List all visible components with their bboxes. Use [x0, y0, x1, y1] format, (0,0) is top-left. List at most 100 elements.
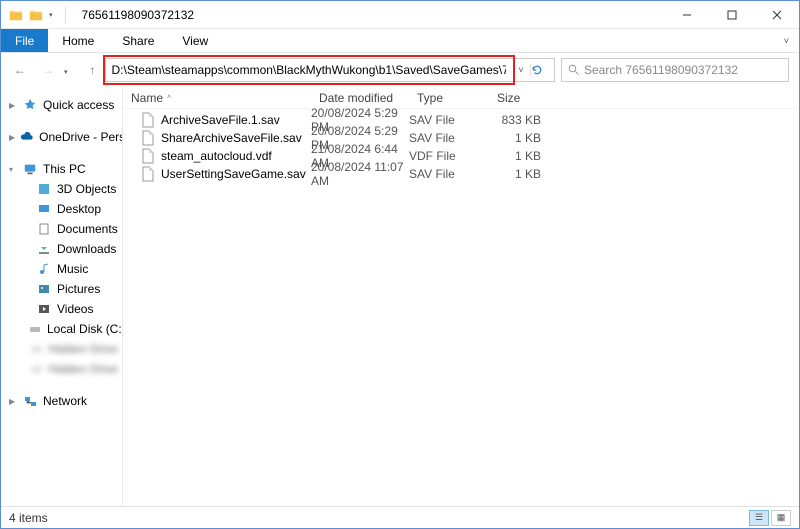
file-name: steam_autocloud.vdf: [161, 149, 272, 163]
file-rows: ArchiveSaveFile.1.sav20/08/2024 5:29 PMS…: [123, 109, 799, 506]
file-icon: [141, 130, 155, 146]
file-type: SAV File: [409, 131, 489, 145]
dropdown-icon[interactable]: ▾: [49, 11, 53, 19]
chevron-right-icon: ▶: [9, 133, 15, 142]
tab-home[interactable]: Home: [48, 29, 108, 52]
file-size: 1 KB: [489, 167, 551, 181]
tree-label: Music: [57, 262, 88, 276]
cube-icon: [36, 181, 52, 197]
file-date: 20/08/2024 11:07 AM: [311, 160, 409, 188]
tree-label: This PC: [43, 162, 86, 176]
file-name: UserSettingSaveGame.sav: [161, 167, 306, 181]
minimize-button[interactable]: [664, 1, 709, 29]
column-headers: Name˄ Date modified Type Size: [123, 87, 799, 109]
ribbon-expand-icon[interactable]: ˅: [774, 29, 799, 52]
column-type[interactable]: Type: [409, 91, 489, 105]
drive-icon: [30, 341, 44, 357]
nav-back-button[interactable]: ←: [11, 61, 29, 79]
ribbon-tabs: File Home Share View ˅: [1, 29, 799, 53]
nav-history-dropdown[interactable]: ▾: [61, 66, 71, 78]
address-row: ← → ▾ ↑ ˅ Search 76561198090372132: [1, 53, 799, 87]
documents-icon: [36, 221, 52, 237]
tree-onedrive[interactable]: ▶ OneDrive - Personal: [5, 127, 122, 147]
tree-videos[interactable]: Videos: [5, 299, 122, 319]
chevron-down-icon: ▾: [9, 165, 17, 174]
file-type: SAV File: [409, 113, 489, 127]
tab-file[interactable]: File: [1, 29, 48, 52]
search-placeholder: Search 76561198090372132: [584, 63, 738, 77]
drive-icon: [28, 321, 42, 337]
drive-icon: [30, 361, 44, 377]
cloud-icon: [20, 129, 34, 145]
file-size: 1 KB: [489, 149, 551, 163]
tree-local-disk-c[interactable]: Local Disk (C:): [5, 319, 122, 339]
tree-label: Quick access: [43, 98, 114, 112]
view-icons-button[interactable]: ▦: [771, 510, 791, 526]
nav-forward-button[interactable]: →: [39, 61, 57, 79]
titlebar: ▾ 76561198090372132: [1, 1, 799, 29]
tab-share[interactable]: Share: [108, 29, 168, 52]
window-title: 76561198090372132: [80, 8, 195, 22]
file-row[interactable]: ShareArchiveSaveFile.sav20/08/2024 5:29 …: [123, 129, 799, 147]
status-bar: 4 items ☰ ▦: [1, 506, 799, 528]
folder-icon-small: [9, 8, 23, 22]
tree-label: Hidden Drive: [49, 362, 118, 376]
refresh-button[interactable]: [530, 64, 554, 76]
tree-label: 3D Objects: [57, 182, 116, 196]
downloads-icon: [36, 241, 52, 257]
tree-hidden-drive[interactable]: Hidden Drive: [5, 359, 122, 379]
search-box[interactable]: Search 76561198090372132: [561, 58, 789, 82]
file-row[interactable]: steam_autocloud.vdf21/08/2024 6:44 AMVDF…: [123, 147, 799, 165]
tree-hidden-drive[interactable]: Hidden Drive: [5, 339, 122, 359]
folder-icon-overlay: [29, 8, 43, 22]
file-list-pane: Name˄ Date modified Type Size ArchiveSav…: [123, 87, 799, 506]
tree-label: Desktop: [57, 202, 101, 216]
desktop-icon: [36, 201, 52, 217]
chevron-right-icon: ▶: [9, 397, 17, 406]
address-dropdown-icon[interactable]: ˅: [512, 65, 530, 75]
sort-indicator-icon: ˄: [167, 94, 171, 101]
file-size: 1 KB: [489, 131, 551, 145]
tree-quick-access[interactable]: ▶ Quick access: [5, 95, 122, 115]
tree-pictures[interactable]: Pictures: [5, 279, 122, 299]
address-bar[interactable]: ˅: [105, 58, 555, 82]
network-icon: [22, 393, 38, 409]
tree-downloads[interactable]: Downloads: [5, 239, 122, 259]
column-date[interactable]: Date modified: [311, 91, 409, 105]
tree-label: Pictures: [57, 282, 100, 296]
tree-label: Hidden Drive: [49, 342, 118, 356]
tree-label: OneDrive - Personal: [39, 130, 123, 144]
tree-3d-objects[interactable]: 3D Objects: [5, 179, 122, 199]
tree-label: Network: [43, 394, 87, 408]
file-name: ShareArchiveSaveFile.sav: [161, 131, 302, 145]
status-item-count: 4 items: [9, 511, 48, 525]
file-icon: [141, 166, 155, 182]
maximize-button[interactable]: [709, 1, 754, 29]
file-row[interactable]: ArchiveSaveFile.1.sav20/08/2024 5:29 PMS…: [123, 111, 799, 129]
tree-music[interactable]: Music: [5, 259, 122, 279]
file-row[interactable]: UserSettingSaveGame.sav20/08/2024 11:07 …: [123, 165, 799, 183]
address-input[interactable]: [106, 60, 512, 80]
videos-icon: [36, 301, 52, 317]
pictures-icon: [36, 281, 52, 297]
tree-desktop[interactable]: Desktop: [5, 199, 122, 219]
view-details-button[interactable]: ☰: [749, 510, 769, 526]
file-type: SAV File: [409, 167, 489, 181]
column-size[interactable]: Size: [489, 91, 551, 105]
tree-this-pc[interactable]: ▾ This PC: [5, 159, 122, 179]
navigation-tree[interactable]: ▶ Quick access ▶ OneDrive - Personal ▾ T…: [1, 87, 123, 506]
tree-network[interactable]: ▶ Network: [5, 391, 122, 411]
nav-up-button[interactable]: ↑: [87, 61, 99, 79]
column-name[interactable]: Name˄: [123, 91, 311, 105]
star-icon: [22, 97, 38, 113]
monitor-icon: [22, 161, 38, 177]
tab-view[interactable]: View: [168, 29, 222, 52]
file-icon: [141, 112, 155, 128]
tree-documents[interactable]: Documents: [5, 219, 122, 239]
tree-label: Downloads: [57, 242, 116, 256]
tree-label: Videos: [57, 302, 93, 316]
close-button[interactable]: [754, 1, 799, 29]
chevron-right-icon: ▶: [9, 101, 17, 110]
file-type: VDF File: [409, 149, 489, 163]
music-icon: [36, 261, 52, 277]
